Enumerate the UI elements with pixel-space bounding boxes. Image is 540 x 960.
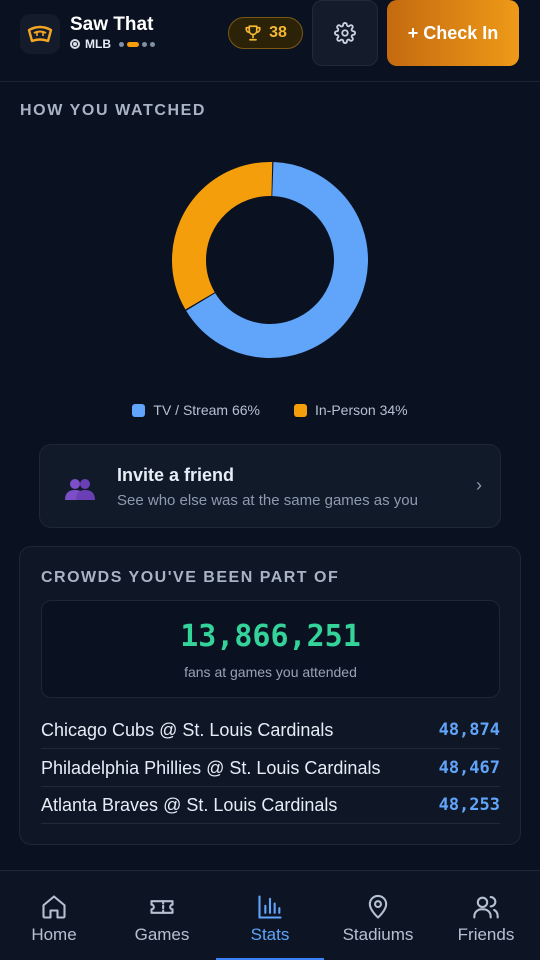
- bottom-nav: Home Games Stats Stadiums Friends: [0, 870, 540, 960]
- bar-chart-icon: [258, 895, 282, 919]
- game-row[interactable]: Atlanta Braves @ St. Louis Cardinals 48,…: [41, 787, 500, 824]
- legend-swatch-tv: [132, 403, 146, 417]
- crowds-card: CROWDS YOU'VE BEEN PART OF 13,866,251 fa…: [19, 546, 521, 845]
- game-row[interactable]: Philadelphia Phillies @ St. Louis Cardin…: [41, 750, 500, 787]
- game-attendance: 48,467: [438, 758, 500, 778]
- nav-label-friends: Friends: [457, 925, 515, 944]
- settings-button[interactable]: [312, 0, 378, 66]
- two-people-icon: [65, 479, 95, 500]
- total-fans-number: 13,866,251: [180, 619, 361, 654]
- game-matchup: Chicago Cubs @ St. Louis Cardinals: [41, 719, 334, 740]
- users-icon: [473, 896, 499, 919]
- game-row[interactable]: Chicago Cubs @ St. Louis Cardinals 48,87…: [41, 712, 500, 749]
- gear-icon: [334, 22, 356, 44]
- legend-item-in-person: In-Person 34%: [293, 400, 408, 420]
- chevron-right-icon: ›: [476, 475, 482, 495]
- game-matchup: Atlanta Braves @ St. Louis Cardinals: [41, 794, 338, 815]
- crowds-heading: CROWDS YOU'VE BEEN PART OF: [41, 569, 340, 586]
- game-attendance: 48,874: [438, 720, 500, 740]
- nav-item-stats[interactable]: Stats: [216, 871, 324, 960]
- trophy-count: 38: [269, 24, 287, 41]
- map-pin-icon: [368, 894, 388, 919]
- legend-swatch-in-person: [293, 403, 307, 417]
- app-header: Saw That MLB 38 + Check In: [0, 0, 540, 82]
- nav-label-stadiums: Stadiums: [342, 925, 414, 944]
- nav-label-stats: Stats: [250, 925, 290, 944]
- trophy-badge[interactable]: 38: [228, 17, 303, 49]
- nav-item-games[interactable]: Games: [108, 871, 216, 960]
- league-selector[interactable]: MLB: [70, 37, 155, 51]
- watch-donut-chart: [172, 162, 368, 358]
- total-fans-caption: fans at games you attended: [184, 664, 357, 680]
- nav-label-home: Home: [31, 925, 77, 944]
- nav-item-stadiums[interactable]: Stadiums: [324, 871, 432, 960]
- ticket-icon: [150, 900, 174, 914]
- game-matchup: Philadelphia Phillies @ St. Louis Cardin…: [41, 757, 381, 778]
- invite-subtitle: See who else was at the same games as yo…: [117, 492, 418, 509]
- league-label: MLB: [85, 37, 111, 51]
- stadium-logo-icon: [20, 14, 60, 54]
- game-attendance: 48,253: [438, 795, 500, 815]
- nav-item-friends[interactable]: Friends: [432, 871, 540, 960]
- home-icon: [42, 895, 66, 919]
- invite-friend-card[interactable]: Invite a friend See who else was at the …: [39, 444, 501, 528]
- league-pager: [119, 41, 155, 47]
- chart-legend: TV / Stream 66% In-Person 34%: [0, 400, 540, 420]
- legend-label-tv: TV / Stream 66%: [153, 402, 260, 418]
- legend-label-in-person: In-Person 34%: [314, 402, 408, 418]
- legend-item-tv: TV / Stream 66%: [132, 400, 260, 420]
- how-you-watched-heading: HOW YOU WATCHED: [20, 102, 207, 119]
- nav-label-games: Games: [134, 925, 190, 944]
- trophy-icon: [245, 25, 261, 41]
- invite-title: Invite a friend: [117, 465, 235, 485]
- baseball-icon: [70, 39, 80, 49]
- nav-item-home[interactable]: Home: [0, 871, 108, 960]
- total-fans-box: 13,866,251 fans at games you attended: [41, 600, 500, 698]
- check-in-button[interactable]: + Check In: [387, 0, 519, 66]
- app-title: Saw That: [70, 14, 154, 35]
